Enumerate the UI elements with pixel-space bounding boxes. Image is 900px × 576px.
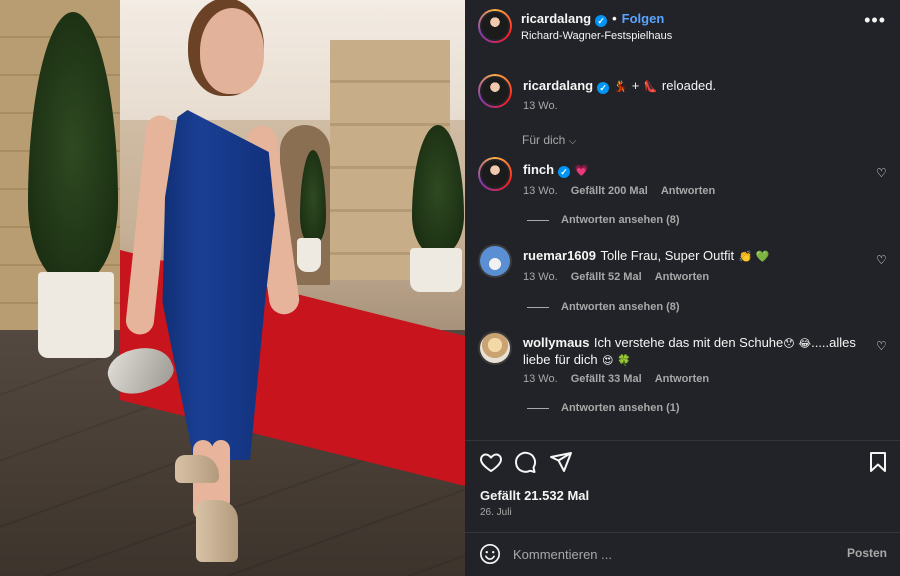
reply-button[interactable]: Antworten [655,373,709,385]
photo-sneaker [196,500,238,562]
post-side-panel: ricardalang ✓ • Folgen Richard-Wagner-Fests… [465,0,900,576]
comment-meta: 13 Wo. Gefällt 33 Mal Antworten [523,373,719,385]
comments-scroll-area[interactable]: ricardalang ✓ 💃 + 👠 reloaded. 13 Wo. Für … [465,54,900,439]
view-replies-button[interactable]: Antworten ansehen (1) [527,402,680,414]
post-actions-bar [465,450,900,478]
caption-text-line: ricardalang ✓ 💃 + 👠 reloaded. [523,78,863,95]
comment-text-line: finch ✓ 💗 [523,162,863,179]
post-header: ricardalang ✓ • Folgen Richard-Wagner-Fests… [465,0,900,54]
caption-age: 13 Wo. [523,100,558,112]
comment-text-line: ruemar1609 Tolle Frau, Super Outfit 👏 💚 [523,248,863,265]
header-username-row: ricardalang ✓ • Folgen [521,11,664,27]
author-username[interactable]: ricardalang [521,11,591,26]
reply-button[interactable]: Antworten [655,271,709,283]
post-photo[interactable] [0,0,465,576]
photo-planter-back [297,238,321,272]
comment-username[interactable]: wollymaus [523,335,589,350]
author-avatar[interactable] [478,9,512,43]
emoji-picker-icon[interactable] [479,543,501,565]
comment-username[interactable]: ruemar1609 [523,248,596,263]
replies-line [527,306,549,308]
share-paper-plane-icon[interactable] [549,450,573,474]
comment-age: 13 Wo. [523,373,558,385]
post-date: 26. Juli [480,507,512,518]
comment-likes[interactable]: Gefällt 200 Mal [571,185,648,197]
comment-text: Ich verstehe das mit den Schuhe [593,335,784,350]
likes-count[interactable]: Gefällt 21.532 Mal [480,488,589,503]
chevron-down-icon: ⌵ [568,136,577,147]
reply-button[interactable]: Antworten [661,185,715,197]
verified-badge-icon: ✓ [597,82,610,94]
caption-plus: + [631,78,640,93]
commenter-avatar[interactable] [478,244,512,278]
separator-dot: • [612,11,617,26]
view-replies-button[interactable]: Antworten ansehen (8) [527,301,680,313]
caption-text: reloaded. [661,78,717,93]
save-bookmark-icon[interactable] [866,450,890,474]
replies-line [527,407,549,409]
comment-item: finch ✓ 💗 13 Wo. Gefällt 200 Mal Antworte… [465,157,900,237]
heart-emoji: 💗 [574,164,589,177]
like-heart-icon[interactable] [479,450,503,474]
comment-age: 13 Wo. [523,271,558,283]
post-location[interactable]: Richard-Wagner-Festspielhaus [521,30,672,42]
photo-sneaker [175,455,219,483]
clap-heart-emoji: 👏 💚 [738,250,770,263]
photo-planter-left [38,272,114,358]
comment-emoji-end: 😍 🍀 [602,354,631,367]
like-comment-heart-icon[interactable]: ♡ [876,340,888,352]
caption-username[interactable]: ricardalang [523,78,593,93]
verified-badge-icon: ✓ [595,15,608,27]
more-options-icon[interactable]: ••• [864,10,886,31]
like-comment-heart-icon[interactable]: ♡ [876,167,888,179]
comment-meta: 13 Wo. Gefällt 52 Mal Antworten [523,271,719,283]
photo-person-head [200,8,264,94]
caption-avatar[interactable] [478,74,512,108]
comment-likes[interactable]: Gefällt 52 Mal [571,271,642,283]
caption: ricardalang ✓ 💃 + 👠 reloaded. 13 Wo. [465,74,900,134]
post-comment-button[interactable]: Posten [847,546,887,560]
replies-line [527,219,549,221]
comment-bubble-icon[interactable] [513,450,537,474]
for-you-filter[interactable]: Für dich ⌵ [522,133,576,147]
follow-button[interactable]: Folgen [622,11,665,26]
comment-likes[interactable]: Gefällt 33 Mal [571,373,642,385]
verified-badge-icon: ✓ [558,166,571,178]
photo-planter-right [410,248,462,292]
comment-text-line: wollymaus Ich verstehe das mit den Schuh… [523,335,873,369]
comment-age: 13 Wo. [523,185,558,197]
commenter-avatar[interactable] [478,157,512,191]
comment-meta: 13 Wo. Gefällt 200 Mal Antworten [523,185,725,197]
comment-composer: Posten [465,533,900,576]
like-comment-heart-icon[interactable]: ♡ [876,254,888,266]
dancer-emoji: 💃 [613,80,628,93]
divider [465,440,900,441]
comment-input[interactable] [513,544,823,564]
commenter-avatar[interactable] [478,331,512,365]
comment-item: ruemar1609 Tolle Frau, Super Outfit 👏 💚 … [465,244,900,324]
comment-username[interactable]: finch [523,162,554,177]
view-replies-button[interactable]: Antworten ansehen (8) [527,214,680,226]
comment-item: wollymaus Ich verstehe das mit den Schuh… [465,331,900,431]
heel-emoji: 👠 [643,80,658,93]
comment-text-end: für dich [554,352,598,367]
comment-text: Tolle Frau, Super Outfit [600,248,735,263]
comment-emoji: 😯 😂 [783,337,812,350]
